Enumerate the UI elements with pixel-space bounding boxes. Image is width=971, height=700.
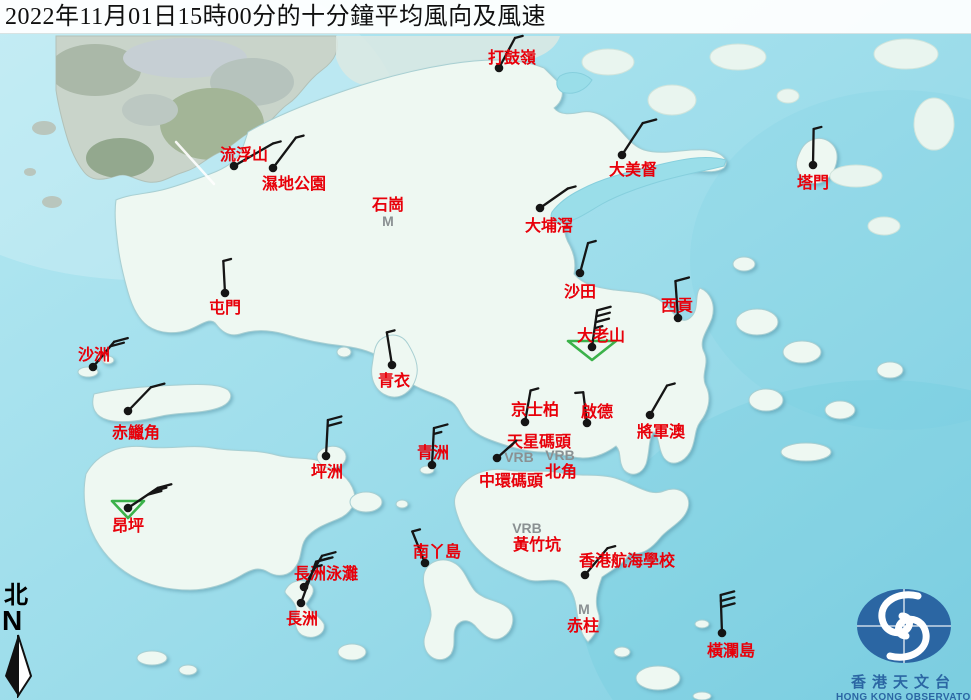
station-label: 黃竹坑: [512, 535, 561, 554]
variable-wind-text: VRB: [545, 447, 575, 463]
map-title: 2022年11月01日15時00分的十分鐘平均風向及風速: [0, 0, 971, 32]
station-label: 西貢: [661, 297, 693, 315]
station-label: 赤柱: [567, 616, 599, 635]
compass-needle-icon: [2, 634, 36, 698]
variable-wind-text: VRB: [504, 449, 534, 465]
station-label: 流浮山: [220, 145, 268, 164]
station-label: 大老山: [577, 326, 625, 345]
station-label: 沙洲: [78, 346, 110, 364]
station-label: 濕地公園: [262, 174, 326, 193]
station-dot: [124, 504, 133, 513]
station-dot: [618, 151, 627, 160]
station-north-point: VRB北角: [545, 447, 577, 481]
hko-wind-map-page: 打鼓嶺流浮山濕地公園屯門M石崗大埔滘大美督塔門沙田西貢大老山京士柏啟德將軍澳VR…: [0, 0, 971, 700]
station-label: 塔門: [797, 173, 829, 192]
station-dot: [576, 269, 585, 278]
station-label: 京士柏: [511, 400, 559, 419]
station-dot: [388, 361, 397, 370]
station-dot: [221, 289, 230, 298]
station-label: 青洲: [417, 443, 449, 462]
station-dot: [124, 407, 133, 416]
hko-logo-name-en: HONG KONG OBSERVATORY: [836, 692, 971, 700]
station-label: 屯門: [209, 298, 241, 317]
station-dot: [322, 452, 331, 461]
compass: 北 N: [2, 584, 38, 700]
station-label: 長洲: [286, 610, 318, 628]
station-dot: [536, 204, 545, 213]
station-dot: [493, 454, 502, 463]
station-label: 香港航海學校: [578, 551, 676, 570]
station-label: 橫瀾島: [707, 641, 755, 660]
title-bar: 2022年11月01日15時00分的十分鐘平均風向及風速: [0, 0, 971, 34]
wind-barb-icon: [575, 392, 583, 393]
hko-logo: 香港天文台 HONG KONG OBSERVATORY: [836, 586, 971, 700]
station-label: 青衣: [378, 371, 410, 390]
station-label: 南丫島: [413, 542, 461, 561]
station-dot: [297, 599, 306, 608]
missing-data-text: M: [578, 601, 590, 617]
station-dot: [581, 571, 590, 580]
station-dot: [718, 629, 727, 638]
station-label: 沙田: [564, 283, 596, 301]
station-label: 打鼓嶺: [488, 48, 536, 67]
station-label: 赤鱲角: [112, 423, 160, 442]
station-dot: [269, 164, 278, 173]
wind-barb-icon: [813, 129, 814, 165]
station-label: 大埔滘: [525, 216, 573, 235]
hko-logo-icon: [836, 586, 971, 664]
hong-kong-map: 打鼓嶺流浮山濕地公園屯門M石崗大埔滘大美督塔門沙田西貢大老山京士柏啟德將軍澳VR…: [0, 0, 971, 700]
station-label: 啟德: [581, 402, 613, 421]
station-label: 石崗: [371, 195, 404, 214]
station-label: 將軍澳: [637, 422, 686, 441]
station-label: 大美督: [609, 160, 657, 179]
station-dot: [809, 161, 818, 170]
station-label: 中環碼頭: [479, 471, 544, 490]
compass-north-letter: N: [2, 608, 38, 634]
hko-logo-name-cn: 香港天文台: [836, 671, 971, 692]
missing-data-text: M: [382, 213, 394, 229]
station-label: 坪洲: [311, 463, 343, 481]
station-label: 北角: [545, 462, 577, 481]
variable-wind-text: VRB: [512, 520, 542, 536]
station-dot: [646, 411, 655, 420]
station-label: 昂坪: [112, 517, 144, 535]
station-label: 長洲泳灘: [294, 564, 358, 583]
